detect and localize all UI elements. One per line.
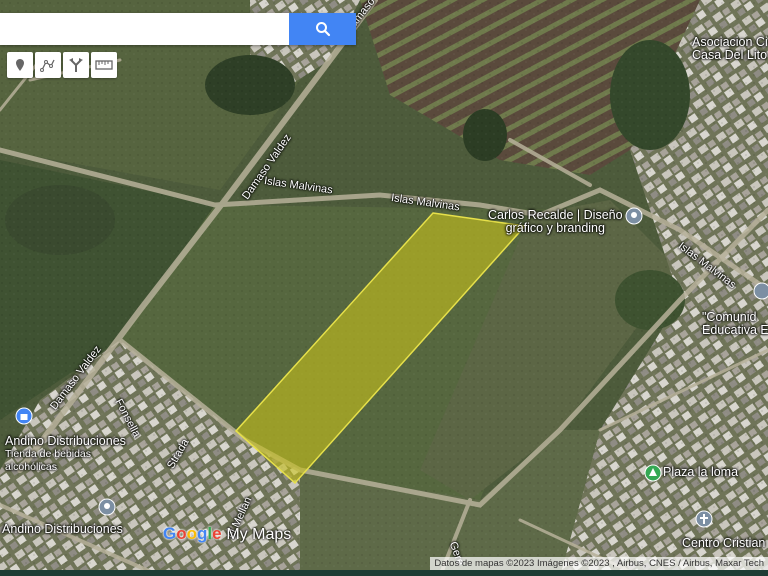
place-label-carlos-recalde[interactable]: Carlos Recalde | Diseño gráfico y brandi… bbox=[488, 209, 623, 235]
search-icon bbox=[315, 22, 330, 37]
map-toolbar bbox=[7, 52, 117, 78]
draw-line-button[interactable] bbox=[35, 52, 61, 78]
place-label-line: Casa Del Lito bbox=[692, 48, 768, 62]
place-label-andino-1[interactable]: Andino Distribuciones Tienda de bebidas … bbox=[5, 435, 126, 474]
place-label-asociacion[interactable]: Asociacion Ci Casa Del Lito bbox=[692, 36, 768, 62]
place-label-plaza-la-loma[interactable]: Plaza la loma bbox=[663, 466, 738, 479]
place-label-subtitle: Tienda de bebidas bbox=[5, 448, 92, 460]
google-logo-text: G bbox=[163, 524, 177, 543]
add-marker-button[interactable] bbox=[7, 52, 33, 78]
search-button[interactable] bbox=[289, 13, 356, 45]
satellite-map[interactable] bbox=[0, 0, 768, 576]
church-icon[interactable] bbox=[695, 510, 713, 528]
place-icon[interactable] bbox=[753, 282, 768, 300]
search-box bbox=[0, 13, 356, 45]
place-label-line: Educativa El Omb bbox=[702, 323, 768, 337]
google-my-maps-logo: Google My Maps bbox=[163, 524, 292, 543]
shopping-bag-icon[interactable] bbox=[15, 407, 33, 425]
ruler-icon bbox=[95, 60, 113, 70]
park-icon[interactable] bbox=[644, 464, 662, 482]
place-pin-icon[interactable] bbox=[98, 498, 116, 516]
place-label-line: gráfico y branding bbox=[505, 221, 605, 235]
search-input[interactable] bbox=[0, 13, 289, 45]
place-pin-icon[interactable] bbox=[625, 207, 643, 225]
place-label-line: Asociacion Ci bbox=[692, 35, 768, 49]
place-label-line: Carlos Recalde | Diseño bbox=[488, 208, 623, 222]
marker-icon bbox=[16, 59, 24, 71]
bottom-bar bbox=[0, 570, 768, 576]
map-attribution: Datos de mapas ©2023 Imágenes ©2023 , Ai… bbox=[430, 557, 768, 570]
place-label-subtitle: alcohólicas bbox=[5, 461, 57, 473]
add-directions-button[interactable] bbox=[63, 52, 89, 78]
route-icon bbox=[69, 58, 83, 72]
my-maps-text: My Maps bbox=[226, 526, 292, 543]
place-label-comunidad[interactable]: "Comunid Educativa El Omb bbox=[702, 311, 768, 337]
measure-button[interactable] bbox=[91, 52, 117, 78]
place-label-centro-cristiano[interactable]: Centro Cristian bbox=[682, 537, 765, 550]
place-label-line: Andino Distribuciones bbox=[5, 434, 126, 448]
line-icon bbox=[40, 59, 55, 72]
place-label-line: "Comunid bbox=[702, 310, 757, 324]
place-label-andino-2[interactable]: Andino Distribuciones bbox=[2, 523, 123, 536]
